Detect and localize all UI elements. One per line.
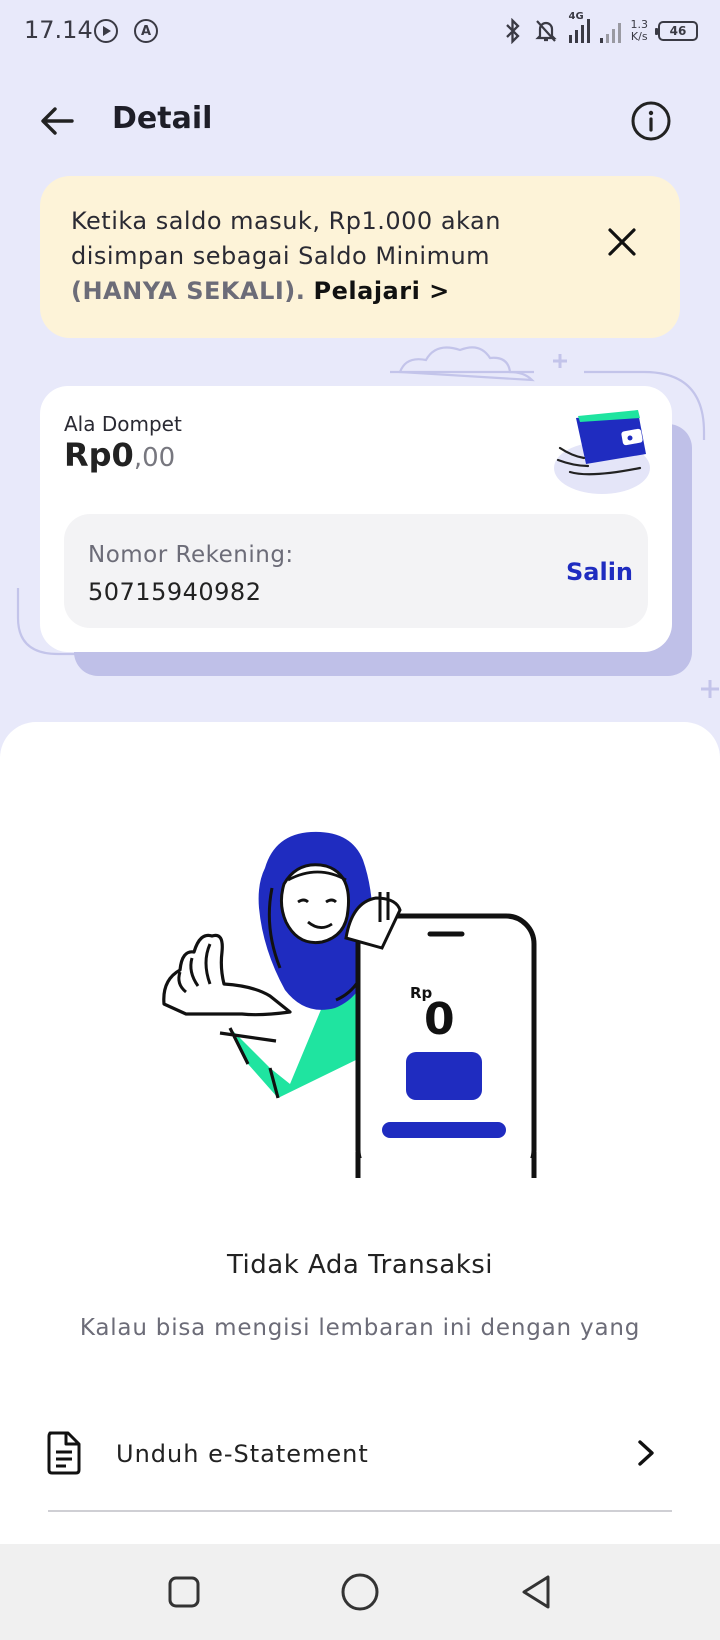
- battery-level: 46: [669, 24, 687, 38]
- balance-main: Rp0: [64, 436, 134, 474]
- back-nav-button[interactable]: [514, 1570, 558, 1614]
- system-navigation-bar: [0, 1544, 720, 1640]
- empty-state-title: Tidak Ada Transaksi: [226, 1250, 494, 1280]
- play-circle-icon: [94, 19, 118, 43]
- minimum-balance-notice: Ketika saldo masuk, Rp1.000 akan disimpa…: [40, 176, 680, 338]
- notice-text: Ketika saldo masuk, Rp1.000 akan disimpa…: [71, 204, 521, 309]
- bluetooth-icon: [505, 18, 520, 44]
- info-button[interactable]: [626, 96, 676, 146]
- balance-decimal: ,00: [133, 443, 176, 473]
- account-label: Nomor Rekening:: [88, 542, 294, 568]
- divider: [48, 1510, 672, 1512]
- info-icon: [631, 101, 671, 141]
- close-notice-button[interactable]: [598, 218, 646, 266]
- estatement-label: Unduh e-Statement: [116, 1440, 369, 1468]
- status-icons: 4G 1.3 K/s 46: [503, 11, 698, 48]
- battery-icon: 46: [655, 21, 698, 41]
- download-estatement-row[interactable]: Unduh e-Statement: [44, 1408, 672, 1508]
- recent-apps-button[interactable]: [162, 1570, 206, 1614]
- net-speed-unit: K/s: [630, 30, 648, 43]
- arrow-left-icon: [41, 107, 74, 135]
- wallet-card: Ala Dompet Rp0,00 Nomor Rekening: 507159…: [40, 386, 672, 652]
- illustration-amount: 0: [424, 994, 455, 1045]
- close-icon: [608, 228, 636, 256]
- page-title: Detail: [112, 101, 213, 136]
- circle-icon: [341, 1573, 379, 1611]
- account-number: 50715940982: [88, 578, 262, 606]
- document-icon: [47, 1431, 81, 1475]
- status-bar: 17.14 A 4G 1.3 K/s 46: [0, 0, 720, 64]
- signal-strength-icon-2: [599, 19, 621, 43]
- auto-mode-icon: A: [134, 19, 158, 43]
- empty-state-illustration: Rp 0: [162, 831, 537, 1178]
- account-number-box: Nomor Rekening: 50715940982 Salin: [64, 514, 648, 628]
- chevron-right-icon: [638, 1440, 654, 1466]
- notice-message: Ketika saldo masuk, Rp1.000 akan disimpa…: [71, 207, 501, 270]
- notice-emphasis: (HANYA SEKALI).: [71, 277, 306, 305]
- transactions-sheet: Rp 0 Tidak Ada Transaksi Kalau bisa meng…: [0, 722, 720, 1554]
- wallet-balance: Rp0,00: [64, 436, 175, 474]
- learn-more-link[interactable]: Pelajari >: [314, 277, 450, 305]
- wallet-icon: [554, 410, 650, 494]
- home-button[interactable]: [338, 1570, 382, 1614]
- copy-button[interactable]: Salin: [566, 558, 633, 586]
- status-time: 17.14: [24, 16, 93, 44]
- bell-off-icon: [534, 20, 557, 42]
- back-button[interactable]: [32, 96, 82, 146]
- network-speed: 1.3 K/s: [631, 19, 649, 43]
- wallet-name: Ala Dompet: [64, 412, 182, 436]
- triangle-back-icon: [522, 1575, 550, 1609]
- network-type: 4G: [568, 11, 584, 22]
- square-icon: [168, 1576, 200, 1608]
- empty-state-description: Kalau bisa mengisi lembaran ini dengan y…: [79, 1315, 641, 1341]
- signal-strength-icon: 4G: [568, 11, 590, 43]
